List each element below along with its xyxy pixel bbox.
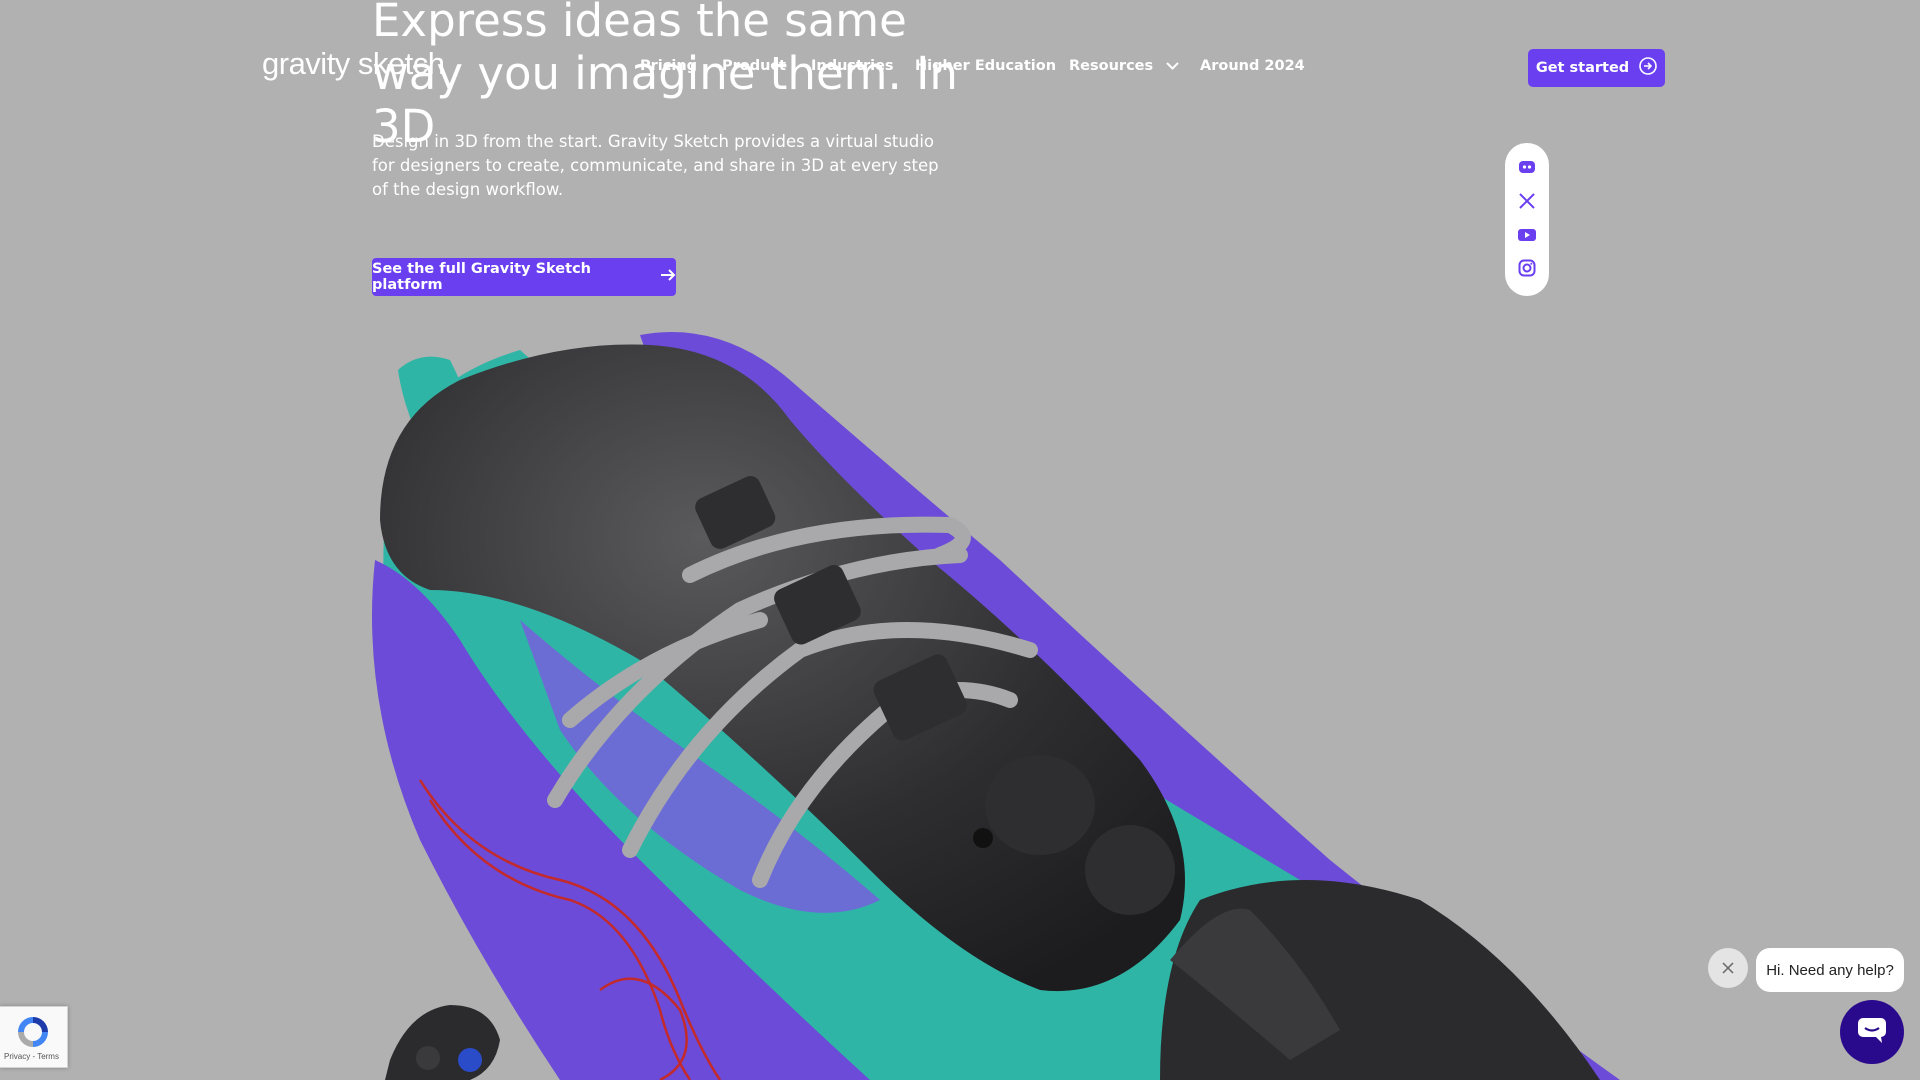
x-twitter-icon[interactable]	[1517, 191, 1537, 211]
nav-item-pricing[interactable]: Pricing	[640, 58, 697, 74]
nav-item-label: Resources	[1069, 58, 1154, 74]
get-started-label: Get started	[1535, 60, 1630, 76]
nav-item-label: Higher Education	[915, 58, 1057, 74]
discord-icon[interactable]	[1517, 157, 1537, 177]
recaptcha-icon	[14, 1013, 52, 1051]
chat-launcher-button[interactable]	[1840, 1000, 1904, 1064]
nav-item-product[interactable]: Product	[722, 58, 786, 74]
see-full-platform-button[interactable]: See the full Gravity Sketch platform	[372, 258, 676, 296]
nav-item-industries[interactable]: Industries	[811, 58, 894, 74]
youtube-icon[interactable]	[1517, 225, 1537, 245]
nav-item-resources[interactable]: Resources	[1069, 58, 1179, 74]
nav-item-around-2024[interactable]: Around 2024	[1200, 58, 1305, 74]
social-links	[1505, 143, 1549, 296]
nav-item-label: Around 2024	[1200, 58, 1305, 74]
hero-3d-shoe-render	[372, 332, 1620, 1080]
nav-item-label: Industries	[811, 58, 894, 74]
get-started-button[interactable]: Get started	[1528, 49, 1665, 87]
arrow-circle-right-icon	[1639, 57, 1657, 79]
instagram-icon[interactable]	[1517, 258, 1537, 278]
gravity-sketch-logo[interactable]: gravity sketch	[262, 46, 445, 82]
nav-item-higher-education[interactable]: Higher Education	[915, 58, 1056, 74]
chat-greeting-text: Hi. Need any help?	[1766, 961, 1894, 979]
chevron-down-icon	[1166, 58, 1179, 74]
chat-greeting-bubble[interactable]: Hi. Need any help?	[1756, 948, 1904, 992]
chat-dismiss-button[interactable]	[1708, 948, 1748, 988]
arrow-right-icon	[660, 268, 676, 286]
recaptcha-privacy-terms[interactable]: Privacy - Terms	[4, 1052, 59, 1061]
hero-description: Design in 3D from the start. Gravity Ske…	[372, 132, 939, 199]
chat-icon	[1856, 1016, 1888, 1048]
nav-item-label: Product	[722, 58, 786, 74]
close-icon	[1722, 959, 1734, 978]
recaptcha-badge[interactable]: Privacy - Terms	[0, 1006, 68, 1068]
see-full-platform-label: See the full Gravity Sketch platform	[372, 261, 591, 293]
nav-item-label: Pricing	[640, 58, 698, 74]
